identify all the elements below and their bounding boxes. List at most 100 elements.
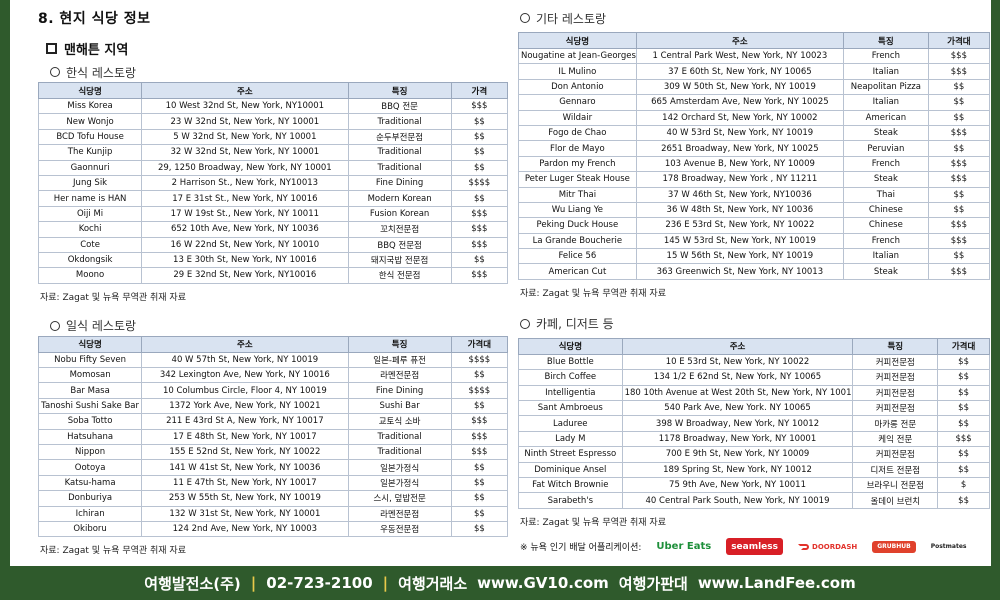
price-cell: $$ <box>450 520 509 538</box>
price-cell: $$ <box>937 415 990 432</box>
address-cell: 178 Broadway, New York , NY 11211 <box>635 171 844 188</box>
table-row: Soba Totto 211 E 43rd St A, New York, NY … <box>37 413 509 430</box>
address-cell: 236 E 53rd St, New York, NY 10022 <box>635 217 844 234</box>
feature-cell: 커피전문점 <box>852 400 939 417</box>
price-cell: $$$ <box>450 428 509 446</box>
address-cell: 342 Lexington Ave, New York, NY 10016 <box>141 367 349 384</box>
footer-tagline-1: 여행거래소 <box>398 574 468 593</box>
table-row: Peter Luger Steak House 178 Broadway, New… <box>518 171 991 188</box>
feature-cell: French <box>842 232 929 250</box>
japanese-source-note: 자료: Zagat 및 뉴욕 무역관 취재 자료 <box>40 546 186 557</box>
price-cell: $$$ <box>927 63 991 80</box>
japanese-table: 식당명 주소 특징 가격대 Nobu Fifty Seven 40 W 57th St, … <box>37 335 509 538</box>
document-page: 8. 현지 식당 정보 맨해튼 지역 한식 레스토랑 식당명 주소 특징 가격 Miss… <box>10 0 991 566</box>
price-cell: $$ <box>927 94 991 111</box>
column-header: 가격대 <box>937 337 990 355</box>
price-cell: $$ <box>927 109 991 126</box>
restaurant-name-cell: Ichiran <box>37 505 143 522</box>
table-row: Bar Masa 10 Columbus Circle, Floor 4, NY … <box>37 382 509 399</box>
restaurant-name-cell: Peter Luger Steak House <box>518 171 637 188</box>
feature-cell: 커피전문점 <box>852 384 939 402</box>
address-cell: 37 E 60th St, New York, NY 10065 <box>635 63 844 80</box>
footer-separator: | <box>250 574 257 592</box>
restaurant-name-cell: Dominique Ansel <box>518 461 623 478</box>
restaurant-name-cell: Birch Coffee <box>518 369 623 386</box>
table-row: Moono 29 E 32nd St, New York, NY10016 한식 전… <box>37 267 509 284</box>
feature-cell: Sushi Bar <box>347 397 452 415</box>
address-cell: 142 Orchard St, New York, NY 10002 <box>635 109 844 126</box>
table-row: Fogo de Chao 40 W 53rd St, New York, NY 1… <box>518 124 991 142</box>
restaurant-name-cell: Fat Witch Brownie <box>518 476 623 494</box>
address-cell: 124 2nd Ave, New York, NY 10003 <box>141 520 349 538</box>
restaurant-name-cell: Nippon <box>37 444 143 461</box>
price-cell: $$ <box>450 113 509 130</box>
address-cell: 398 W Broadway, New York, NY 10012 <box>621 415 854 432</box>
grubhub-logo: GRUBHUB <box>872 540 916 553</box>
address-cell: 40 Central Park South, New York, NY 1001… <box>621 492 854 509</box>
restaurant-name-cell: Gennaro <box>518 94 637 111</box>
restaurant-name-cell: Okiboru <box>37 520 143 538</box>
table-row: Wu Liang Ye 36 W 48th St, New York, NY 10… <box>518 201 991 219</box>
table-row: Laduree 398 W Broadway, New York, NY 1001… <box>518 415 990 432</box>
other-table: 식당명 주소 특징 가격대 Nougatine at Jean-Georges 1 Cen… <box>518 32 991 280</box>
table-row: La Grande Boucherie 145 W 53rd St, New Yo… <box>518 232 991 250</box>
address-cell: 211 E 43rd St A, New York, NY 10017 <box>141 413 349 430</box>
address-cell: 665 Amsterdam Ave, New York, NY 10025 <box>635 94 844 111</box>
section-title: 8. 현지 식당 정보 <box>38 11 151 27</box>
restaurant-name-cell: Mitr Thai <box>518 186 637 203</box>
feature-cell: French <box>842 47 929 65</box>
table-row: Ichiran 132 W 31st St, New York, NY 10001… <box>37 505 509 522</box>
address-cell: 132 W 31st St, New York, NY 10001 <box>141 505 349 522</box>
address-cell: 363 Greenwich St, New York, NY 10013 <box>635 263 844 280</box>
table-row: Sant Ambroeus 540 Park Ave, New York. NY … <box>518 400 990 417</box>
address-cell: 1372 York Ave, New York, NY 10021 <box>141 397 349 415</box>
table-row: Nobu Fifty Seven 40 W 57th St, New York, … <box>37 351 509 369</box>
column-header: 주소 <box>141 335 349 353</box>
right-column: 기타 레스토랑 식당명 주소 특징 가격대 Nougatine at Jean-Geor… <box>518 8 991 559</box>
footer-url-2[interactable]: www.LandFee.com <box>698 574 856 592</box>
feature-cell: French <box>842 155 929 173</box>
feature-cell: Italian <box>842 63 929 80</box>
address-cell: 10 West 32nd St, New York, NY10001 <box>141 97 349 115</box>
address-cell: 145 W 53rd St, New York, NY 10019 <box>635 232 844 250</box>
address-cell: 134 1/2 E 62nd St, New York, NY 10065 <box>621 369 854 386</box>
column-header: 특징 <box>852 337 939 355</box>
japanese-title: 일식 레스토랑 <box>66 319 137 334</box>
address-cell: 23 W 32nd St, New York, NY 10001 <box>141 113 349 130</box>
korean-title: 한식 레스토랑 <box>66 65 137 80</box>
cafe-heading: 카페, 디저트 등 <box>520 314 990 334</box>
feature-cell: 일본가정식 <box>347 459 452 476</box>
price-cell: $$ <box>927 201 991 219</box>
column-header: 주소 <box>635 32 844 49</box>
table-row: Ninth Street Espresso 700 E 9th St, New Y… <box>518 446 990 463</box>
table-row: Donburiya 253 W 55th St, New York, NY 100… <box>37 490 509 507</box>
restaurant-name-cell: American Cut <box>518 263 637 280</box>
feature-cell: 스시, 덮밥전문 <box>347 490 452 507</box>
seamless-logo: seamless <box>726 538 784 556</box>
table-row: Flor de Mayo 2651 Broadway, New York, NY … <box>518 140 991 157</box>
area-heading: 맨해튼 지역 <box>46 38 508 58</box>
address-cell: 103 Avenue B, New York, NY 10009 <box>635 155 844 173</box>
column-header: 식당명 <box>37 82 143 99</box>
table-row: Okiboru 124 2nd Ave, New York, NY 10003 우동… <box>37 520 509 538</box>
feature-cell: Traditional <box>347 144 452 161</box>
feature-cell: 일본가정식 <box>347 474 452 492</box>
feature-cell: 교토식 소바 <box>347 413 452 430</box>
japanese-heading: 일식 레스토랑 <box>50 316 508 336</box>
restaurant-name-cell: Bar Masa <box>37 382 143 399</box>
circle-bullet-icon <box>50 320 60 331</box>
price-cell: $$ <box>450 490 509 507</box>
postmates-logo: Postmates <box>926 538 972 556</box>
price-cell: $$ <box>450 367 509 384</box>
ubereats-logo: Uber Eats <box>656 541 712 553</box>
footer-url-1[interactable]: www.GV10.com <box>477 574 609 592</box>
address-cell: 1 Central Park West, New York, NY 10023 <box>635 47 844 65</box>
price-cell: $$ <box>937 353 990 371</box>
other-source-note: 자료: Zagat 및 뉴욕 무역관 취재 자료 <box>520 288 666 299</box>
feature-cell: Neapolitan Pizza <box>842 78 929 96</box>
table-row: Lady M 1178 Broadway, New York, NY 10001 케… <box>518 430 990 448</box>
footer-phone: 02-723-2100 <box>266 574 373 592</box>
feature-cell: 커피전문점 <box>852 353 939 371</box>
price-cell: $$$ <box>450 267 509 284</box>
address-cell: 40 W 53rd St, New York, NY 10019 <box>635 124 844 142</box>
